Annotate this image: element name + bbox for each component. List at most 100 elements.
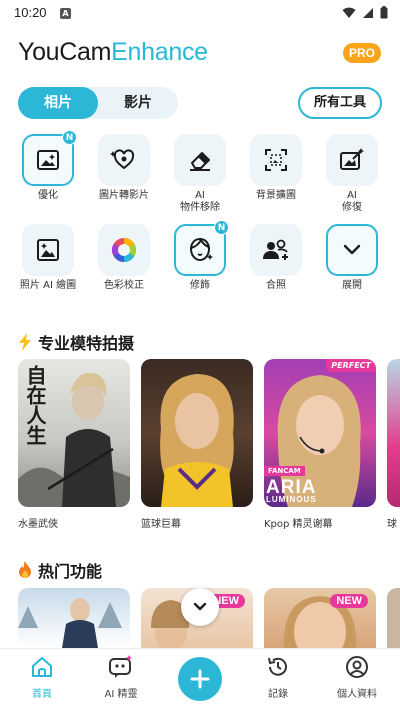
- tool-enhance-box: N: [22, 130, 77, 186]
- notification-icon: A: [60, 8, 71, 19]
- battery-icon: [380, 6, 388, 19]
- face-retouch-icon: [189, 237, 213, 262]
- tool-image-to-video[interactable]: 圖片轉影片: [86, 134, 162, 202]
- model-card-partial[interactable]: [387, 359, 400, 507]
- tool-retouch[interactable]: N 修飾: [162, 220, 238, 292]
- fancam-tag: FANCAM: [264, 466, 305, 476]
- basketball-portrait-image: [160, 374, 234, 507]
- model-card-ink-warrior-label: 水墨武俠: [18, 519, 58, 530]
- add-button[interactable]: [178, 657, 222, 701]
- enhance-photo-icon: [37, 150, 59, 170]
- image-to-video-icon: [110, 149, 135, 170]
- tool-ai-drawing-box: [22, 224, 74, 276]
- bottom-nav: 首頁 AI 精靈 記錄 個人資料: [0, 648, 400, 710]
- nav-profile-label: 個人資料: [337, 689, 377, 700]
- ink-warrior-overlay-text: 自在人生: [23, 365, 47, 445]
- new-badge-right: NEW: [330, 594, 368, 608]
- expand-frame-icon: [265, 149, 287, 171]
- tool-background-expand-label: 背景擴圖: [256, 190, 296, 201]
- ai-spirit-icon: [109, 655, 132, 678]
- photo-repair-icon: [340, 148, 364, 170]
- model-card-basketball[interactable]: [141, 359, 253, 507]
- hot-card-1[interactable]: [18, 588, 130, 648]
- wifi-icon: [342, 7, 356, 18]
- model-card-partial-label: 球: [387, 519, 397, 530]
- app-logo: YouCamEnhance: [18, 38, 208, 67]
- perfect-badge: PERFECT: [326, 359, 376, 372]
- tool-color-correction[interactable]: 色彩校正: [86, 224, 162, 292]
- tool-background-expand[interactable]: 背景擴圖: [238, 134, 314, 202]
- tool-ai-repair-label-line1: AI: [347, 190, 357, 201]
- tool-color-correction-box: [98, 224, 150, 276]
- history-icon: [268, 657, 287, 676]
- new-badge: N: [214, 220, 229, 235]
- home-icon: [32, 657, 52, 677]
- tool-object-removal-box: [174, 134, 226, 186]
- tool-retouch-label: 修飾: [190, 280, 210, 291]
- tool-ai-repair-label-line2: 修復: [342, 202, 362, 213]
- tool-expand-label: 展開: [342, 280, 362, 291]
- color-wheel-icon: [111, 238, 137, 262]
- model-card-ink-warrior[interactable]: 自在人生: [18, 359, 130, 507]
- section-models-title: 专业模特拍摄: [18, 330, 134, 354]
- chevron-down-icon: [343, 244, 361, 255]
- nav-home-label: 首頁: [32, 689, 52, 700]
- status-bar: 10:20 A: [0, 0, 400, 28]
- tool-image-to-video-label: 圖片轉影片: [99, 190, 149, 201]
- nav-home[interactable]: 首頁: [12, 655, 72, 700]
- luminous-subtitle: LUMINOUS: [266, 495, 317, 504]
- tool-ai-repair[interactable]: AI 修復: [314, 134, 390, 214]
- status-time: 10:20: [14, 5, 47, 20]
- scroll-down-button[interactable]: [181, 588, 219, 626]
- pro-badge[interactable]: PRO: [343, 43, 381, 63]
- section-hot-title-text: 热门功能: [38, 562, 103, 581]
- nav-records-label: 記錄: [268, 689, 288, 700]
- tool-group-photo[interactable]: 合照: [238, 224, 314, 292]
- tool-ai-repair-label: AI 修復: [314, 190, 390, 214]
- hot-card-3[interactable]: NEW: [264, 588, 376, 648]
- snow-scene-image: [18, 598, 122, 648]
- tool-retouch-box: N: [174, 220, 229, 276]
- fire-icon: [19, 561, 31, 578]
- lightning-icon: [19, 333, 31, 351]
- model-card-basketball-label: 篮球巨幕: [141, 519, 181, 530]
- tool-expand-box: [326, 224, 378, 276]
- logo-youcam: YouCam: [18, 38, 112, 66]
- nav-records[interactable]: 記錄: [248, 655, 308, 700]
- tool-color-correction-label: 色彩校正: [104, 280, 144, 291]
- model-card-kpop[interactable]: PERFECT FANCAM ARIA LUMINOUS: [264, 359, 376, 507]
- model-card-kpop-label: Kpop 精灵谢幕: [264, 519, 333, 530]
- nav-ai-spirit[interactable]: AI 精靈: [91, 655, 151, 700]
- section-hot-title: 热门功能: [18, 558, 102, 582]
- plus-icon: [190, 669, 210, 689]
- nav-ai-spirit-label: AI 精靈: [104, 689, 138, 700]
- section-models-title-text: 专业模特拍摄: [38, 334, 135, 353]
- group-photo-icon: [263, 239, 288, 260]
- tool-object-removal-label-line2: 物件移除: [180, 202, 220, 213]
- tool-ai-drawing[interactable]: 照片 AI 繪圖: [10, 224, 86, 292]
- nav-profile[interactable]: 個人資料: [327, 655, 387, 700]
- tab-photos[interactable]: 相片: [18, 87, 98, 119]
- tool-group-photo-label: 合照: [266, 280, 286, 291]
- tool-group-photo-box: [250, 224, 302, 276]
- tool-object-removal[interactable]: AI 物件移除: [162, 134, 238, 214]
- chevron-down-icon: [193, 602, 207, 611]
- media-segment-control: 相片 影片: [18, 87, 178, 119]
- tool-ai-repair-box: [326, 134, 378, 186]
- eraser-icon: [190, 152, 210, 171]
- profile-icon: [346, 656, 368, 678]
- tool-enhance-label: 優化: [38, 190, 58, 201]
- all-tools-button[interactable]: 所有工具: [298, 87, 382, 119]
- tool-enhance[interactable]: N 優化: [10, 130, 86, 202]
- status-icons: [342, 6, 388, 19]
- tool-object-removal-label-line1: AI: [195, 190, 205, 201]
- tool-ai-drawing-label: 照片 AI 繪圖: [19, 280, 77, 291]
- tool-expand[interactable]: 展開: [314, 224, 390, 292]
- logo-enhance: Enhance: [111, 38, 208, 66]
- new-badge: N: [62, 130, 77, 145]
- tool-image-to-video-box: [98, 134, 150, 186]
- tab-videos[interactable]: 影片: [98, 87, 178, 119]
- tool-background-expand-box: [250, 134, 302, 186]
- signal-icon: [363, 7, 373, 18]
- hot-card-partial[interactable]: [387, 588, 400, 648]
